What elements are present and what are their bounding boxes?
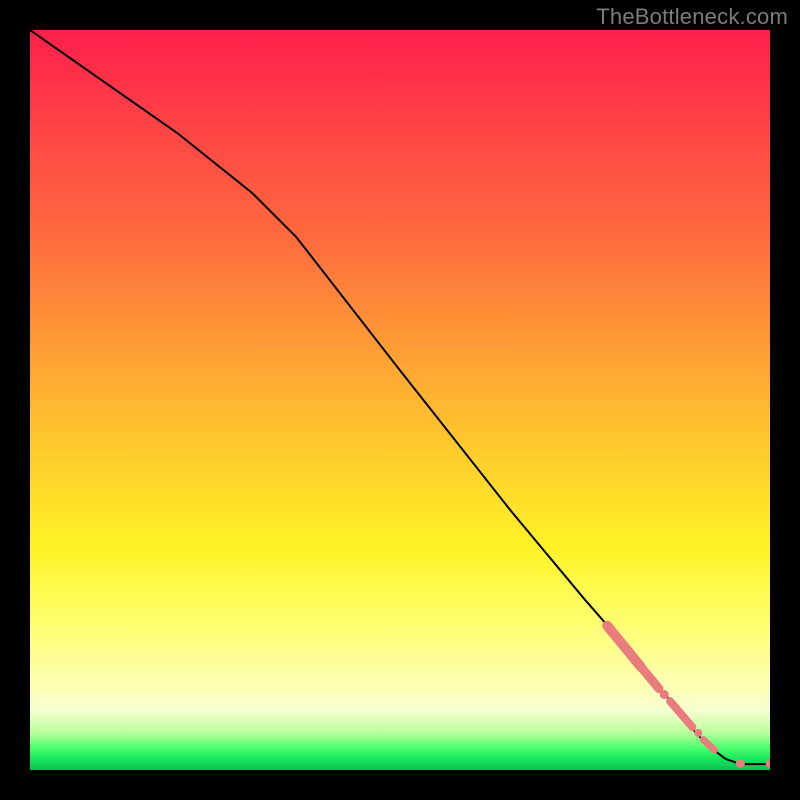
marker-dot: [736, 759, 745, 768]
chart-svg: [30, 30, 770, 770]
marker-capsule: [641, 666, 660, 688]
plot-area: [30, 30, 770, 770]
bottleneck-curve: [30, 30, 770, 764]
marker-capsule: [703, 740, 714, 750]
marker-dot: [694, 729, 702, 737]
watermark-text: TheBottleneck.com: [596, 4, 788, 30]
marker-capsule: [670, 701, 692, 727]
data-markers: [607, 626, 770, 768]
chart-frame: TheBottleneck.com: [0, 0, 800, 800]
marker-dot: [766, 759, 771, 768]
marker-dot: [660, 690, 669, 699]
marker-capsule: [607, 626, 640, 667]
